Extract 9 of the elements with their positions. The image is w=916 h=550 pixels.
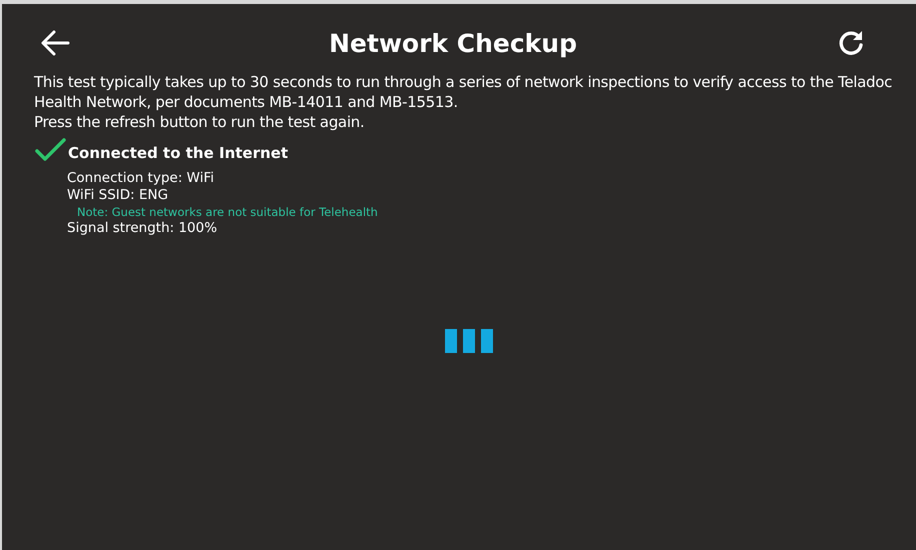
note-text: Note: Guest networks are not suitable for Telehealth	[76, 204, 378, 220]
intro-text: Press the refresh button to run the test again.	[34, 112, 366, 132]
detail-text: WiFi SSID: ENG	[67, 187, 168, 204]
detail-text: Signal strength: 100%	[67, 220, 218, 237]
check-title: Connected to the Internet	[68, 144, 288, 162]
screen-title: Network Checkup	[329, 28, 577, 58]
intro-text: This test typically takes up to 30 seconds to run through a series of network inspections to verify access to the Teladoc Health Network, per documents MB-14011 and MB-15513.	[34, 72, 894, 112]
back-arrow-icon[interactable]	[40, 30, 70, 56]
detail-text: Connection type: WiFi	[67, 170, 214, 187]
